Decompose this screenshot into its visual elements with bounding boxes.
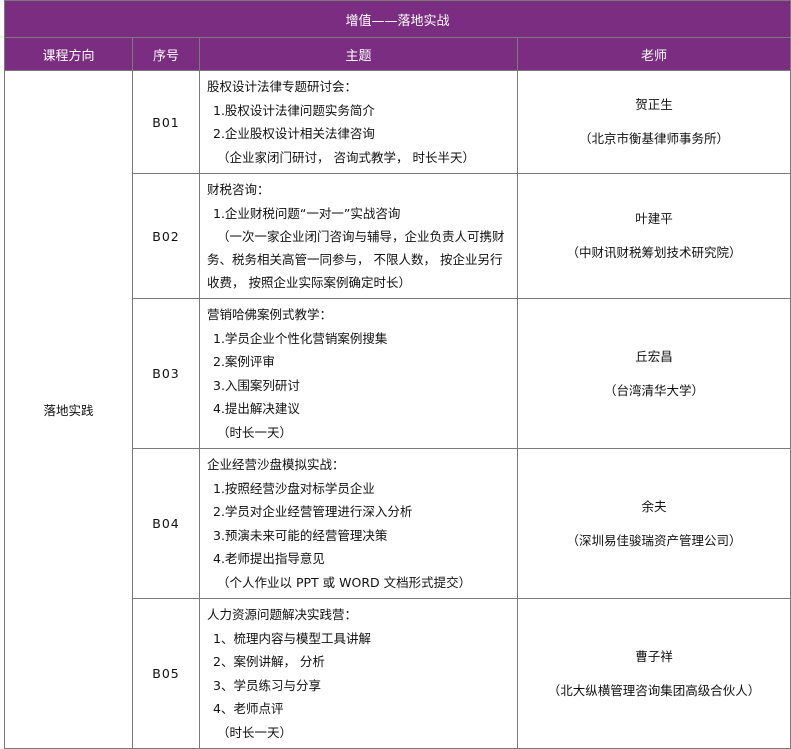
- topic-line: 4.提出解决建议: [213, 401, 300, 416]
- topic-note: （一次一家企业闭门咨询与辅导，企业负责人可携财务、税务相关高管一同参与， 不限人…: [207, 229, 505, 290]
- topic-line: 1.股权设计法律问题实务简介: [213, 102, 375, 118]
- topic-cell: 股权设计法律专题研讨会： 1.股权设计法律问题实务简介 2.企业股权设计相关法律…: [199, 70, 518, 174]
- topic-line: 4、老师点评: [213, 701, 284, 716]
- header-topic: 主题: [199, 37, 518, 71]
- topic-line: 1.学员企业个性化营销案例搜集: [213, 330, 388, 346]
- teacher-org: （北大纵横管理咨询集团高级合伙人）: [547, 682, 761, 698]
- header-direction: 课程方向: [4, 37, 133, 71]
- table-row: 落地实践 B01 股权设计法律专题研讨会： 1.股权设计法律问题实务简介 2.企…: [4, 70, 791, 749]
- topic-cell: 企业经营沙盘模拟实战： 1.按照经营沙盘对标学员企业 2.学员对企业经营管理进行…: [199, 448, 518, 599]
- topic-line: 3、学员练习与分享: [213, 677, 321, 693]
- topic-line: 2.企业股权设计相关法律咨询: [213, 126, 375, 141]
- topic-note: （时长一天）: [217, 724, 293, 740]
- teacher-name: 丘宏昌: [635, 348, 673, 364]
- topic-heading: 股权设计法律专题研讨会：: [207, 79, 358, 94]
- topic-heading: 人力资源问题解决实践营：: [207, 607, 358, 622]
- course-table-container: 增值——落地实战 课程方向 序号 主题 老师 落地实践 B01 股权设计法律专题…: [3, 0, 791, 749]
- topic-line: 2.案例评审: [213, 354, 275, 369]
- topic-line: 4.老师提出指导意见: [213, 551, 325, 566]
- topic-line: 1.按照经营沙盘对标学员企业: [213, 480, 375, 496]
- teacher-org: （台湾清华大学）: [604, 382, 705, 398]
- topic-line: 1、梳理内容与模型工具讲解: [213, 630, 371, 646]
- topic-note: （个人作业以 PPT 或 WORD 文档形式提交）: [217, 574, 472, 590]
- topic-heading: 财税咨询：: [207, 182, 270, 197]
- code-cell: B03: [132, 298, 200, 449]
- teacher-org: （北京市衡基律师事务所）: [579, 131, 730, 146]
- teacher-cell: 余夫 （深圳易佳骏瑞资产管理公司）: [516, 448, 791, 599]
- header-teacher: 老师: [516, 37, 791, 71]
- topic-cell: 营销哈佛案例式教学： 1.学员企业个性化营销案例搜集 2.案例评审 3.入围案列…: [199, 298, 518, 449]
- teacher-cell: 贺正生 （北京市衡基律师事务所）: [516, 70, 791, 174]
- topic-line: 3.预演未来可能的经营管理决策: [213, 527, 388, 543]
- topic-cell: 财税咨询： 1.企业财税问题“一对一”实战咨询 （一次一家企业闭门咨询与辅导，企…: [199, 173, 518, 299]
- topic-line: 3.入围案列研讨: [213, 377, 300, 393]
- topic-cell: 人力资源问题解决实践营： 1、梳理内容与模型工具讲解 2、案例讲解， 分析 3、…: [199, 598, 518, 749]
- teacher-name: 曹子祥: [635, 648, 673, 664]
- teacher-org: （中财讯财税筹划技术研究院）: [566, 245, 742, 260]
- code-cell: B05: [132, 598, 200, 749]
- topic-note: （时长一天）: [217, 424, 293, 440]
- teacher-cell: 叶建平 （中财讯财税筹划技术研究院）: [516, 173, 791, 299]
- teacher-name: 叶建平: [635, 211, 673, 226]
- title-row: 增值——落地实战: [3, 0, 791, 38]
- teacher-org: （深圳易佳骏瑞资产管理公司）: [566, 532, 742, 548]
- topic-note: （企业家闭门研讨， 咨询式教学， 时长半天）: [217, 149, 475, 165]
- code-cell: B01: [132, 70, 200, 174]
- topic-line: 1.企业财税问题“一对一”实战咨询: [213, 205, 401, 221]
- course-table: 增值——落地实战 课程方向 序号 主题 老师 落地实践 B01 股权设计法律专题…: [3, 0, 791, 749]
- code-cell: B04: [132, 448, 200, 599]
- topic-heading: 营销哈佛案例式教学：: [207, 307, 333, 322]
- header-row: 课程方向 序号 主题 老师: [4, 37, 791, 71]
- code-cell: B02: [132, 173, 200, 299]
- header-number: 序号: [132, 37, 200, 71]
- table-title: 增值——落地实战: [3, 0, 791, 38]
- topic-line: 2.学员对企业经营管理进行深入分析: [213, 504, 413, 519]
- topic-line: 2、案例讲解， 分析: [213, 654, 325, 669]
- direction-cell: 落地实践: [4, 70, 133, 749]
- topic-heading: 企业经营沙盘模拟实战：: [207, 457, 345, 472]
- teacher-cell: 曹子祥 （北大纵横管理咨询集团高级合伙人）: [516, 598, 791, 749]
- teacher-name: 贺正生: [635, 97, 673, 112]
- teacher-cell: 丘宏昌 （台湾清华大学）: [516, 298, 791, 449]
- teacher-name: 余夫: [641, 498, 667, 514]
